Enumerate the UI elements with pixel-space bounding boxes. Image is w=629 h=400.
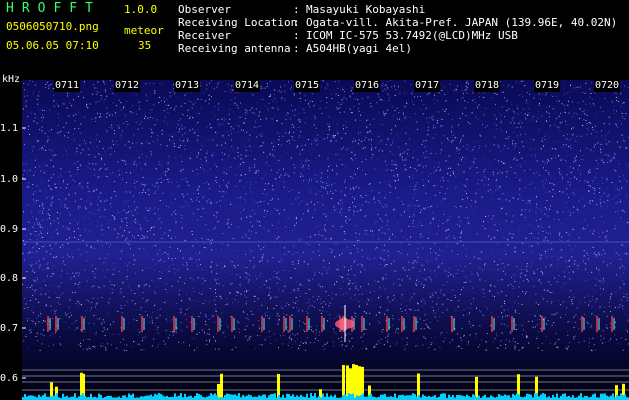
- time-tick-label: 0717: [414, 80, 441, 92]
- noise-layer: [22, 80, 629, 400]
- freq-tick-label: 1.1: [0, 123, 19, 134]
- time-tick-label: 0716: [354, 80, 381, 92]
- time-tick-label: 0711: [54, 80, 81, 92]
- datetime: 05.06.05 07:10: [6, 39, 99, 52]
- info-value: A504HB(yagi 4el): [306, 42, 412, 55]
- info-sep: :: [293, 29, 300, 42]
- info-value: ICOM IC-575 53.7492(@LCD)MHz USB: [306, 29, 518, 42]
- info-key: Receiving Location: [178, 16, 298, 29]
- freq-tick-label: 0.6: [0, 373, 19, 384]
- info-sep: :: [293, 3, 300, 16]
- spectrogram: [22, 80, 629, 400]
- time-tick-label: 0720: [594, 80, 621, 92]
- info-key: Receiving antenna: [178, 42, 291, 55]
- freq-tick-label: 0.8: [0, 273, 19, 284]
- freq-tick-label: 1.0: [0, 174, 19, 185]
- info-sep: :: [293, 16, 300, 29]
- time-tick-label: 0719: [534, 80, 561, 92]
- time-tick-label: 0712: [114, 80, 141, 92]
- info-key: Receiver: [178, 29, 231, 42]
- file-name: 0506050710.png: [6, 20, 99, 33]
- info-sep: :: [293, 42, 300, 55]
- meteor-label: meteor: [124, 24, 164, 37]
- freq-tick-label: 0.9: [0, 224, 19, 235]
- freq-tick-label: 0.7: [0, 323, 19, 334]
- app-title: HROFFT: [6, 1, 101, 16]
- time-tick-label: 0718: [474, 80, 501, 92]
- app-version: 1.0.0: [124, 3, 158, 16]
- info-value: Ogata-vill. Akita-Pref. JAPAN (139.96E, …: [306, 16, 618, 29]
- time-tick-label: 0715: [294, 80, 321, 92]
- meteor-count: 35: [138, 39, 152, 52]
- spectrogram-canvas: [22, 80, 629, 400]
- info-key: Observer: [178, 3, 231, 16]
- frequency-unit-label: kHz: [2, 74, 21, 85]
- time-tick-label: 0713: [174, 80, 201, 92]
- info-value: Masayuki Kobayashi: [306, 3, 426, 16]
- header-panel: HROFFT 1.0.0 0506050710.png 05.06.05 07:…: [0, 0, 629, 80]
- time-tick-label: 0714: [234, 80, 261, 92]
